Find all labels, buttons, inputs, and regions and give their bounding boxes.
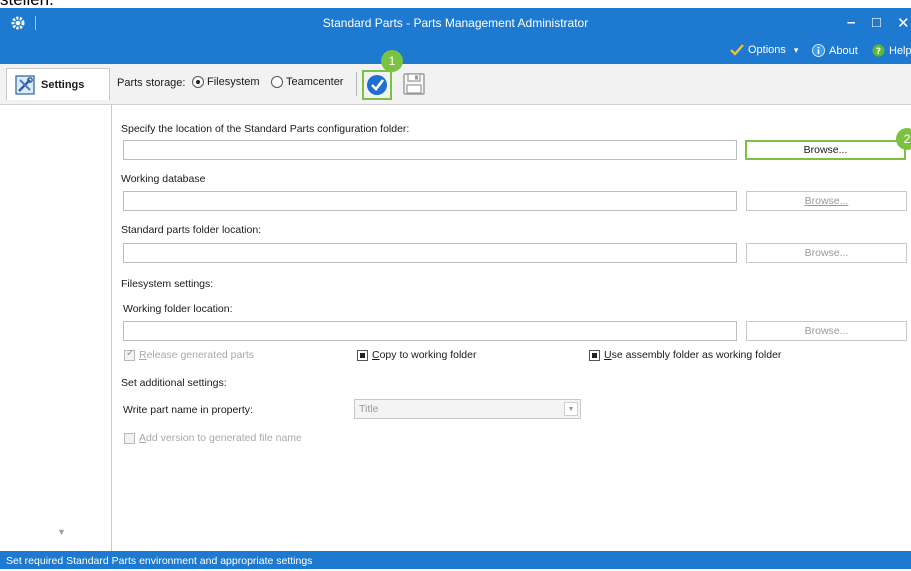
toolbar: Settings Parts storage: Filesystem Teamc…: [0, 64, 911, 105]
window-title: Standard Parts - Parts Management Admini…: [322, 16, 589, 30]
radio-filesystem-indicator: [192, 76, 204, 88]
radio-teamcenter[interactable]: Teamcenter: [271, 76, 343, 88]
options-check-icon: [730, 44, 744, 56]
working-folder-field[interactable]: [123, 321, 737, 341]
config-folder-field[interactable]: [123, 140, 737, 160]
options-label: Options: [748, 44, 786, 56]
copy-working-box: [357, 349, 368, 361]
help-label: Help: [889, 44, 911, 57]
add-version-text: dd version to generated file name: [146, 432, 302, 444]
write-part-label: Write part name in property:: [123, 404, 253, 416]
release-generated-checkbox[interactable]: Release generated parts: [124, 348, 254, 361]
use-assembly-checkbox[interactable]: Use assembly folder as working folder: [589, 349, 781, 361]
chevron-down-icon[interactable]: ▼: [57, 527, 66, 537]
working-db-label: Working database: [121, 173, 206, 185]
options-menu[interactable]: Options ▾: [730, 44, 798, 56]
chevron-down-icon: ▾: [793, 44, 799, 55]
apply-button[interactable]: [362, 70, 392, 100]
copy-working-label: Copy to working folder: [372, 349, 476, 361]
browse-db-button[interactable]: Browse...: [746, 191, 907, 211]
browse-std-folder-button[interactable]: Browse...: [746, 243, 907, 263]
info-icon: [812, 44, 825, 57]
cropped-caption-text: stellen.: [0, 0, 54, 8]
chevron-down-icon: ▼: [564, 402, 578, 416]
sidebar-item-label: Settings: [41, 78, 85, 91]
status-bar: Set required Standard Parts environment …: [0, 551, 911, 569]
fs-settings-label: Filesystem settings:: [121, 278, 214, 290]
add-version-box: [124, 432, 135, 444]
add-version-label: Add version to generated file name: [139, 432, 302, 444]
release-generated-label: Release generated parts: [139, 349, 254, 361]
svg-text:?: ?: [876, 47, 881, 57]
release-generated-text: elease generated parts: [146, 349, 255, 361]
working-folder-label: Working folder location:: [123, 303, 233, 315]
parts-storage-label: Parts storage:: [117, 77, 186, 89]
browse-config-button[interactable]: Browse...: [745, 140, 906, 160]
help-icon: ?: [872, 44, 885, 57]
about-menu[interactable]: About: [812, 44, 858, 57]
settings-tools-icon: [15, 74, 35, 95]
write-part-select[interactable]: Title ▼: [354, 399, 581, 419]
working-db-field[interactable]: [123, 191, 737, 211]
use-assembly-text: se assembly folder as working folder: [611, 349, 782, 361]
config-folder-label: Specify the location of the Standard Par…: [121, 123, 410, 135]
browse-working-folder-button[interactable]: Browse...: [746, 321, 907, 341]
title-bar: Standard Parts - Parts Management Admini…: [0, 8, 911, 38]
menu-bar: Options ▾ About ? Help: [0, 38, 911, 64]
help-menu[interactable]: ? Help: [872, 44, 911, 57]
radio-filesystem-label: Filesystem: [207, 76, 260, 88]
add-version-checkbox[interactable]: Add version to generated file name: [124, 432, 302, 444]
callout-badge-1: 1: [381, 50, 403, 72]
additional-settings-label: Set additional settings:: [121, 377, 227, 389]
sidebar-item-settings[interactable]: Settings: [6, 68, 110, 100]
release-generated-box: [124, 348, 135, 361]
browse-db-label: Browse...: [804, 195, 849, 207]
use-assembly-mnemonic: U: [604, 349, 612, 361]
radio-filesystem[interactable]: Filesystem: [192, 76, 260, 88]
toolbar-separator: [356, 72, 357, 96]
copy-working-text: opy to working folder: [379, 349, 477, 361]
maximize-button[interactable]: □: [872, 14, 881, 31]
copy-working-mnemonic: C: [372, 349, 380, 361]
save-icon[interactable]: [402, 72, 426, 96]
close-button[interactable]: ✕: [897, 14, 910, 32]
about-label: About: [829, 44, 858, 57]
checkmark-icon: [367, 75, 387, 95]
radio-teamcenter-indicator: [271, 76, 283, 88]
copy-working-checkbox[interactable]: Copy to working folder: [357, 349, 476, 361]
add-version-mnemonic: A: [139, 432, 147, 444]
std-folder-label: Standard parts folder location:: [121, 224, 262, 236]
sidebar-pane: ▼: [0, 105, 112, 551]
callout-badge-2: 2: [896, 128, 911, 150]
use-assembly-box: [589, 349, 600, 361]
release-generated-mnemonic: R: [139, 349, 147, 361]
std-folder-field[interactable]: [123, 243, 737, 263]
use-assembly-label: Use assembly folder as working folder: [604, 349, 781, 361]
minimize-button[interactable]: –: [847, 14, 855, 31]
settings-form: Specify the location of the Standard Par…: [113, 105, 911, 551]
radio-teamcenter-label: Teamcenter: [286, 76, 344, 88]
write-part-value: Title: [359, 403, 379, 415]
